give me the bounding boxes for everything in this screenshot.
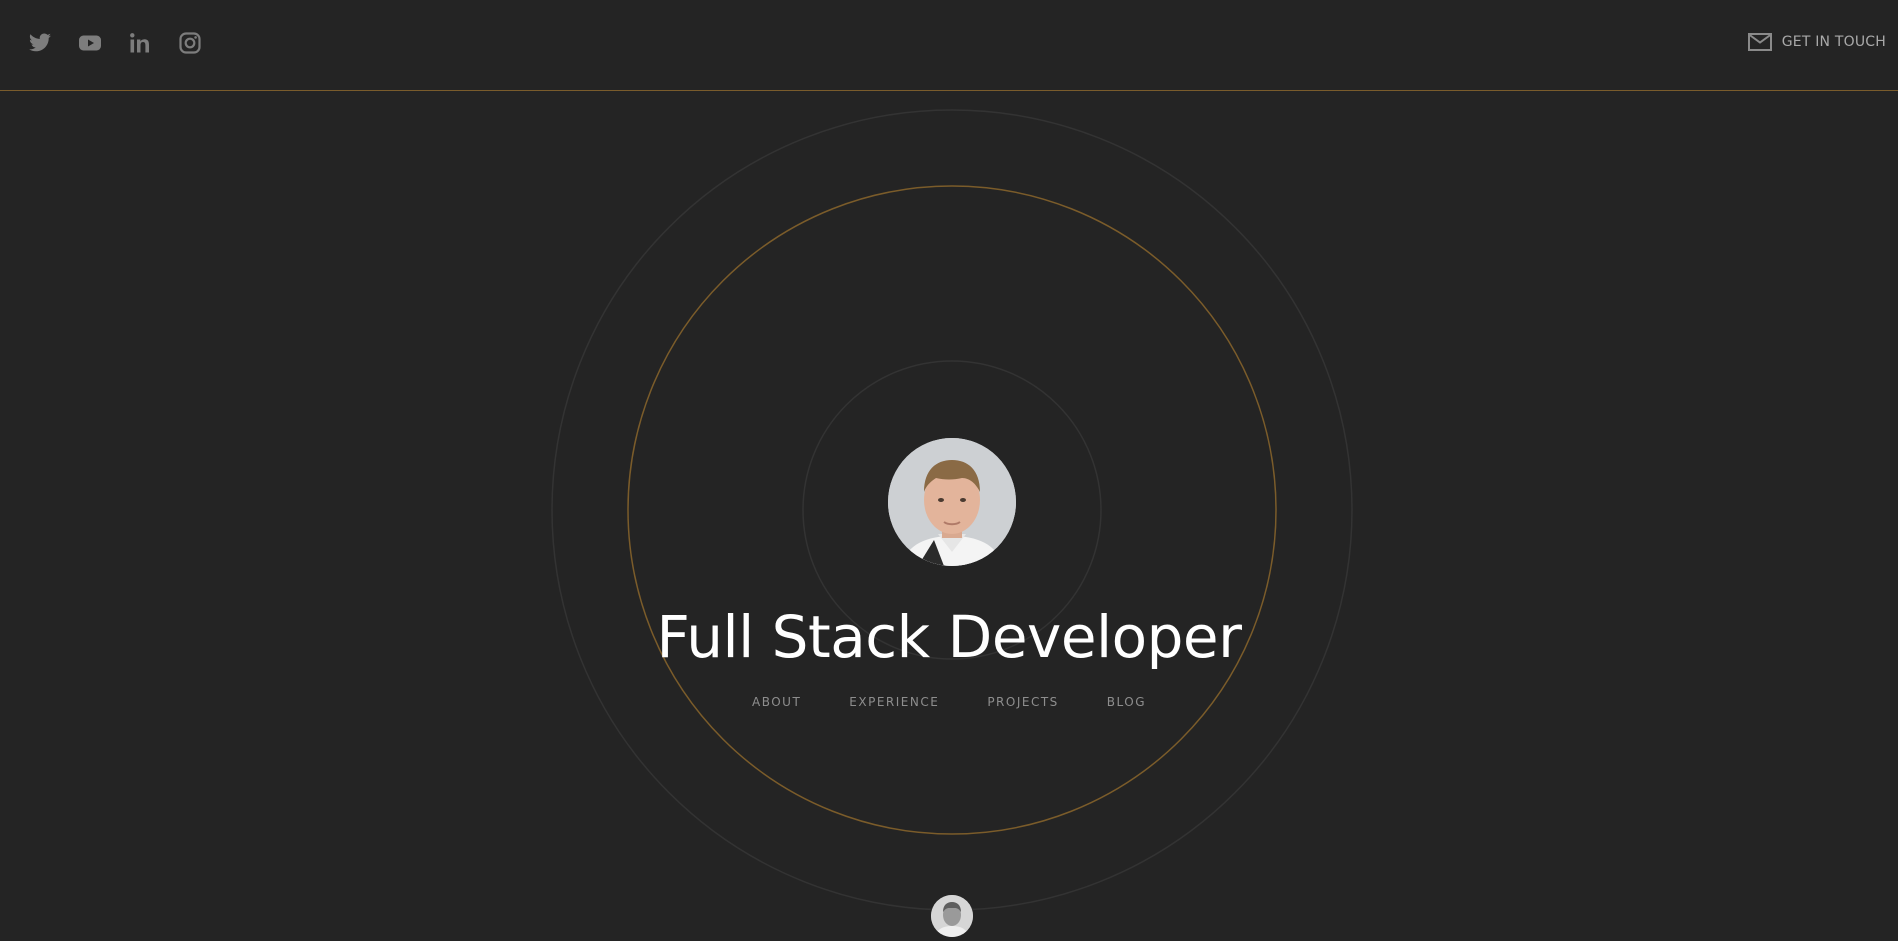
- instagram-icon[interactable]: [178, 31, 202, 55]
- scroll-avatar[interactable]: [931, 895, 973, 937]
- nav-blog[interactable]: BLOG: [1107, 695, 1146, 709]
- portfolio-page: GET IN TOUCH Full Stack Developer ABOUT …: [0, 0, 1898, 941]
- mail-icon: [1747, 33, 1772, 51]
- twitter-icon[interactable]: [28, 31, 52, 55]
- profile-avatar: [888, 438, 1016, 566]
- main-nav: ABOUT EXPERIENCE PROJECTS BLOG: [0, 695, 1898, 709]
- nav-about[interactable]: ABOUT: [752, 695, 801, 709]
- top-bar: GET IN TOUCH: [0, 0, 1898, 91]
- get-in-touch-label: GET IN TOUCH: [1781, 34, 1886, 50]
- linkedin-icon[interactable]: [128, 31, 152, 55]
- get-in-touch-button[interactable]: GET IN TOUCH: [1747, 33, 1886, 51]
- nav-projects[interactable]: PROJECTS: [987, 695, 1058, 709]
- nav-experience[interactable]: EXPERIENCE: [849, 695, 939, 709]
- page-title: Full Stack Developer: [656, 603, 1242, 671]
- youtube-icon[interactable]: [78, 31, 102, 55]
- social-links: [28, 31, 202, 55]
